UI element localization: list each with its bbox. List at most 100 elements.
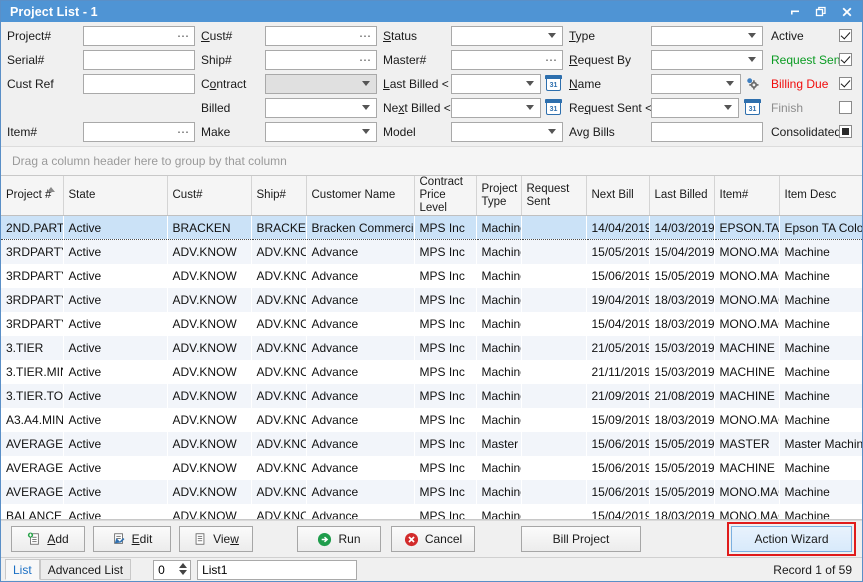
window-title: Project List - 1: [1, 5, 98, 19]
grid-header-cell[interactable]: Item#: [714, 176, 779, 216]
status-combo[interactable]: [451, 26, 563, 46]
table-cell: [521, 240, 586, 264]
ellipsis-icon[interactable]: ⋯: [359, 32, 372, 40]
cust-ref-input[interactable]: [83, 74, 195, 94]
run-button[interactable]: Run: [297, 526, 381, 552]
checkbox-billing-due[interactable]: [839, 77, 852, 90]
table-row[interactable]: AVERAGE2ActiveADV.KNOWADV.KNOWAdvanceMPS…: [1, 480, 862, 504]
list-name-input[interactable]: List1: [197, 560, 357, 580]
serial-no-input[interactable]: [83, 50, 195, 70]
table-cell: BALANCE.M: [1, 504, 63, 521]
restore-icon[interactable]: [808, 1, 834, 22]
table-cell: A3.A4.MIN.: [1, 408, 63, 432]
grid-header-cell[interactable]: Item Desc: [779, 176, 862, 216]
name-combo[interactable]: [651, 74, 741, 94]
table-row[interactable]: 3RDPARTY.ActiveADV.KNOWADV.KNOWAdvanceMP…: [1, 312, 862, 336]
filter-panel: Project# ⋯ Cust# ⋯ Status Type Active Se…: [1, 22, 862, 147]
billed-combo[interactable]: [265, 98, 377, 118]
table-cell: 3.TIER: [1, 336, 63, 360]
table-row[interactable]: 3RDPARTY.ActiveADV.KNOWADV.KNOWAdvanceMP…: [1, 288, 862, 312]
add-button-label: Add: [47, 532, 68, 546]
model-combo[interactable]: [451, 122, 563, 142]
gear-icon[interactable]: [745, 76, 760, 91]
table-cell: MPS Inc: [414, 240, 476, 264]
chevron-down-icon[interactable]: [748, 57, 756, 62]
chevron-down-icon[interactable]: [548, 129, 556, 134]
minimize-icon[interactable]: [782, 1, 808, 22]
next-billed-combo[interactable]: [451, 98, 541, 118]
checkbox-label-finish: Finish: [771, 101, 803, 115]
action-wizard-button[interactable]: Action Wizard: [731, 526, 852, 552]
avg-bills-input[interactable]: [651, 122, 763, 142]
table-row[interactable]: BALANCE.MActiveADV.KNOWADV.KNOWAdvanceMP…: [1, 504, 862, 521]
chevron-down-icon[interactable]: [748, 33, 756, 38]
stepper-arrows-icon[interactable]: [179, 563, 187, 575]
grid-header-cell[interactable]: Request Sent: [521, 176, 586, 216]
grid-header-cell[interactable]: Ship#: [251, 176, 306, 216]
table-row[interactable]: 3.TIERActiveADV.KNOWADV.KNOWAdvanceMPS I…: [1, 336, 862, 360]
table-row[interactable]: 2ND.PARTY.ActiveBRACKENBRACKENBracken Co…: [1, 216, 862, 240]
grid-header-cell[interactable]: State: [63, 176, 167, 216]
chevron-down-icon[interactable]: [362, 81, 370, 86]
table-cell: ADV.KNOW: [167, 432, 251, 456]
request-by-combo[interactable]: [651, 50, 763, 70]
project-no-input[interactable]: ⋯: [83, 26, 195, 46]
make-combo[interactable]: [265, 122, 377, 142]
calendar-icon[interactable]: 31: [546, 76, 561, 91]
table-row[interactable]: 3RDPARTY.ActiveADV.KNOWADV.KNOWAdvanceMP…: [1, 264, 862, 288]
chevron-down-icon[interactable]: [362, 105, 370, 110]
grid-header-cell[interactable]: Project #: [1, 176, 63, 216]
table-cell: 18/03/2019: [649, 408, 714, 432]
grid-header-cell[interactable]: Customer Name: [306, 176, 414, 216]
grid-header-cell[interactable]: Next Bill: [586, 176, 649, 216]
group-panel[interactable]: Drag a column header here to group by th…: [1, 147, 862, 176]
table-row[interactable]: 3RDPARTY.ActiveADV.KNOWADV.KNOWAdvanceMP…: [1, 240, 862, 264]
chevron-down-icon[interactable]: [362, 129, 370, 134]
calendar-icon[interactable]: 31: [745, 100, 760, 115]
table-row[interactable]: AVERAGE1ActiveADV.KNOWADV.KNOWAdvanceMPS…: [1, 456, 862, 480]
ellipsis-icon[interactable]: ⋯: [177, 32, 190, 40]
filter-label-request-by: Request By: [569, 53, 631, 67]
grid-header-cell[interactable]: Contract Price Level: [414, 176, 476, 216]
table-row[interactable]: 3.TIER.TOTActiveADV.KNOWADV.KNOWAdvanceM…: [1, 384, 862, 408]
chevron-down-icon[interactable]: [548, 33, 556, 38]
checkbox-finish[interactable]: [839, 101, 852, 114]
add-button[interactable]: Add: [11, 526, 85, 552]
grid-header-cell[interactable]: Project Type: [476, 176, 521, 216]
contract-combo[interactable]: [265, 74, 377, 94]
chevron-down-icon[interactable]: [724, 105, 732, 110]
last-billed-combo[interactable]: [451, 74, 541, 94]
tab-advanced-list[interactable]: Advanced List: [40, 559, 131, 580]
chevron-down-icon[interactable]: [526, 105, 534, 110]
checkbox-active[interactable]: [839, 29, 852, 42]
ellipsis-icon[interactable]: ⋯: [359, 56, 372, 64]
cancel-button[interactable]: Cancel: [391, 526, 475, 552]
table-cell: Machine: [779, 480, 862, 504]
cust-no-input[interactable]: ⋯: [265, 26, 377, 46]
table-row[interactable]: AVERAGEActiveADV.KNOWADV.KNOWAdvanceMPS …: [1, 432, 862, 456]
chevron-down-icon[interactable]: [526, 81, 534, 86]
chevron-down-icon[interactable]: [726, 81, 734, 86]
close-icon[interactable]: [834, 1, 860, 22]
request-sent-combo[interactable]: [651, 98, 739, 118]
edit-button[interactable]: Edit: [93, 526, 171, 552]
list-index-stepper[interactable]: 0: [153, 560, 191, 580]
type-combo[interactable]: [651, 26, 763, 46]
table-row[interactable]: 3.TIER.MIN.ActiveADV.KNOWADV.KNOWAdvance…: [1, 360, 862, 384]
ellipsis-icon[interactable]: ⋯: [545, 56, 558, 64]
calendar-icon[interactable]: 31: [546, 100, 561, 115]
grid-header-cell[interactable]: Cust#: [167, 176, 251, 216]
item-no-input[interactable]: ⋯: [83, 122, 195, 142]
view-button[interactable]: View: [179, 526, 253, 552]
table-row[interactable]: A3.A4.MIN.ActiveADV.KNOWADV.KNOWAdvanceM…: [1, 408, 862, 432]
table-cell: [521, 432, 586, 456]
master-no-input[interactable]: ⋯: [451, 50, 563, 70]
tab-list[interactable]: List: [5, 559, 40, 580]
ellipsis-icon[interactable]: ⋯: [177, 128, 190, 136]
table-cell: MONO.MAC: [714, 504, 779, 521]
checkbox-request-sent[interactable]: [839, 53, 852, 66]
grid-header-cell[interactable]: Last Billed: [649, 176, 714, 216]
bill-project-button[interactable]: Bill Project: [521, 526, 641, 552]
checkbox-consolidated[interactable]: [839, 125, 852, 138]
ship-no-input[interactable]: ⋯: [265, 50, 377, 70]
